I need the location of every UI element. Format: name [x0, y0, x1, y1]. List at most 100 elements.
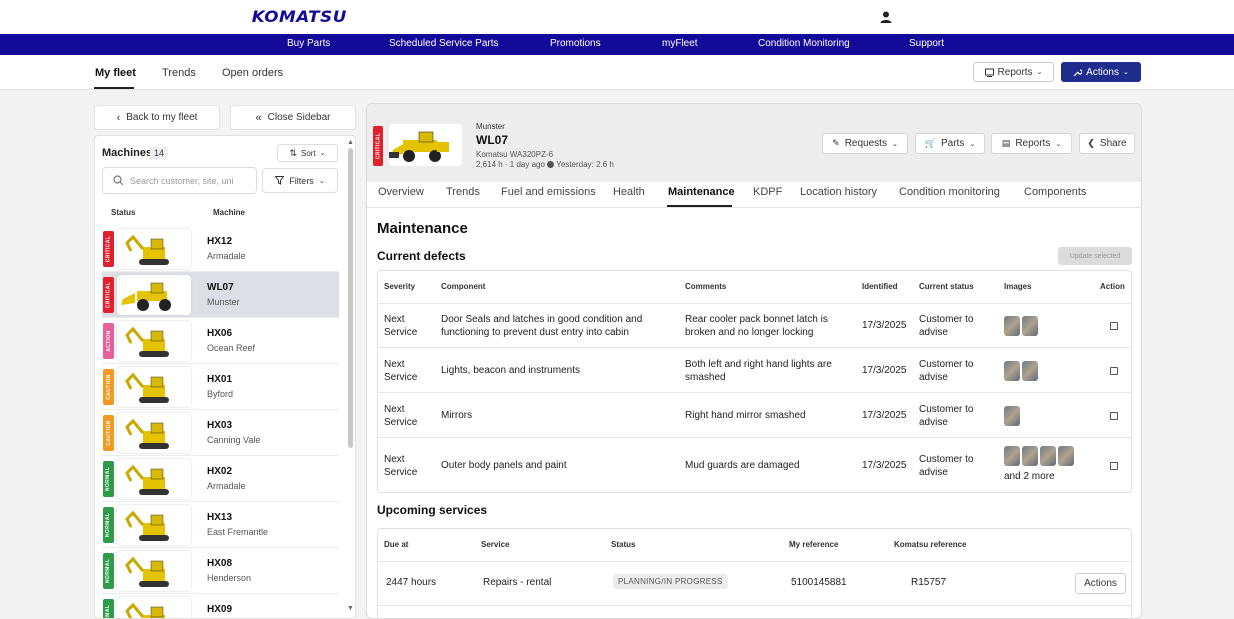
machine-site: Armadale: [207, 481, 246, 491]
tab-open-orders[interactable]: Open orders: [222, 67, 283, 79]
reports-label: Reports: [997, 66, 1033, 78]
defect-identified: 17/3/2025: [862, 460, 907, 471]
share-label: Share: [1099, 138, 1127, 149]
defect-select-checkbox[interactable]: [1110, 322, 1118, 330]
chevron-down-icon: ⌄: [1036, 69, 1043, 76]
machine-name: HX01: [207, 374, 233, 385]
sort-icon: ⇅: [289, 147, 297, 158]
machine-list-item[interactable]: ACTION HX06 Ocean Reef: [102, 318, 339, 364]
services-table: Due at Service Status My reference Komat…: [377, 528, 1132, 618]
defect-row: Next Service Outer body panels and paint M…: [378, 437, 1131, 493]
requests-button[interactable]: ✎ Requests ⌄: [822, 133, 908, 154]
machine-reports-button[interactable]: ▤ Reports ⌄: [991, 133, 1072, 154]
tab-health[interactable]: Health: [613, 186, 645, 198]
nav-myfleet[interactable]: myFleet: [662, 38, 698, 49]
chevron-left-icon: ‹: [116, 111, 121, 124]
sort-label: Sort: [301, 148, 316, 158]
service-row: [378, 605, 1131, 618]
double-chevron-left-icon: «: [255, 111, 262, 124]
more-images-link[interactable]: and 2 more: [1004, 470, 1055, 483]
defect-select-checkbox[interactable]: [1110, 411, 1118, 420]
defect-photo-thumbnail[interactable]: [1022, 360, 1038, 381]
defect-photo-thumbnail[interactable]: [1040, 446, 1056, 466]
th-due-at: Due at: [384, 540, 409, 549]
machine-site: Munster: [476, 122, 505, 131]
status-badge: CAUTION: [103, 415, 114, 451]
service-actions-button[interactable]: Actions: [1075, 573, 1126, 594]
machine-list-item[interactable]: CRITICAL HX12 Armadale: [102, 226, 339, 272]
defect-photo-thumbnail[interactable]: [1022, 446, 1038, 466]
tab-fuel-emissions[interactable]: Fuel and emissions: [501, 186, 596, 198]
machine-list-item[interactable]: NORMAL HX09: [102, 594, 339, 618]
status-badge: NORMAL: [103, 553, 114, 589]
nav-condition-monitoring[interactable]: Condition Monitoring: [758, 38, 850, 49]
filter-icon: [275, 176, 285, 185]
scroll-down-icon[interactable]: ▼: [347, 605, 354, 612]
close-sidebar-button[interactable]: « Close Sidebar: [230, 105, 356, 130]
defect-photo-thumbnail[interactable]: [1058, 446, 1074, 466]
tab-trends[interactable]: Trends: [162, 67, 196, 79]
tab-my-fleet[interactable]: My fleet: [95, 67, 136, 79]
nav-support[interactable]: Support: [909, 38, 944, 49]
machine-search-input[interactable]: Search customer, site, uni: [102, 167, 257, 194]
service-name: Repairs - rental: [483, 577, 552, 588]
col-machine: Machine: [213, 208, 246, 217]
share-icon: ❮: [1087, 138, 1095, 148]
sidebar-scrollbar[interactable]: [348, 148, 353, 448]
defect-photo-thumbnail[interactable]: [1004, 446, 1020, 466]
machine-name: WL07: [207, 282, 234, 293]
machine-list-item[interactable]: CAUTION HX01 Byford: [102, 364, 339, 410]
komatsu-logo[interactable]: KOMATSU: [252, 7, 347, 26]
nav-scheduled-service-parts[interactable]: Scheduled Service Parts: [389, 38, 499, 49]
machine-list-item[interactable]: CRITICAL WL07 Munster: [102, 272, 339, 318]
defect-photo-thumbnail[interactable]: [1004, 405, 1020, 426]
sort-button[interactable]: ⇅ Sort ⌄: [277, 144, 338, 162]
filters-button[interactable]: Filters ⌄: [262, 168, 338, 193]
update-selected-button[interactable]: Update selected: [1058, 247, 1132, 265]
chevron-down-icon: ⌄: [319, 150, 326, 157]
defect-severity: Next Service: [384, 403, 418, 428]
machines-sidebar: Machines 14 ⇅ Sort ⌄ Search customer, si…: [94, 135, 356, 619]
defect-photo-thumbnail[interactable]: [1004, 316, 1020, 336]
defects-title: Current defects: [377, 249, 466, 263]
actions-label: Actions: [1086, 66, 1119, 78]
status-badge: NORMAL: [103, 507, 114, 543]
defect-select-checkbox[interactable]: [1110, 366, 1118, 375]
share-button[interactable]: ❮ Share: [1079, 133, 1135, 154]
back-to-fleet-button[interactable]: ‹ Back to my fleet: [94, 105, 220, 130]
machine-list-item[interactable]: NORMAL HX08 Henderson: [102, 548, 339, 594]
reports-button[interactable]: Reports ⌄: [973, 62, 1054, 82]
defect-photo-thumbnail[interactable]: [1004, 360, 1020, 381]
machine-thumbnail: [117, 367, 191, 407]
active-tab-indicator: [94, 87, 134, 89]
service-my-reference: 5100145881: [791, 577, 847, 588]
nav-promotions[interactable]: Promotions: [550, 38, 601, 49]
defect-photo-thumbnail[interactable]: [1022, 316, 1038, 336]
machine-model: Komatsu WA320PZ-6: [476, 150, 554, 159]
tab-kdpf[interactable]: KDPF: [753, 186, 782, 198]
actions-button[interactable]: Actions ⌄: [1061, 62, 1141, 82]
machine-list-item[interactable]: CAUTION HX03 Canning Vale: [102, 410, 339, 456]
machine-thumbnail: [117, 413, 191, 453]
defect-select-checkbox[interactable]: [1110, 462, 1118, 470]
tab-condition-monitoring[interactable]: Condition monitoring: [899, 186, 1000, 198]
tab-maintenance[interactable]: Maintenance: [668, 186, 735, 198]
machine-list-item[interactable]: NORMAL HX13 East Fremantle: [102, 502, 339, 548]
col-status: Status: [111, 208, 136, 217]
machine-list-item[interactable]: NORMAL HX02 Armadale: [102, 456, 339, 502]
machine-name: HX09: [207, 604, 233, 615]
defect-comments: Rear cooler pack bonnet latch is broken …: [685, 314, 828, 338]
tab-location-history[interactable]: Location history: [800, 186, 877, 198]
scroll-up-icon[interactable]: ▲: [347, 139, 354, 146]
parts-button[interactable]: 🛒 Parts ⌄: [915, 133, 985, 154]
tab-overview[interactable]: Overview: [378, 186, 424, 198]
wrench-icon: [1073, 68, 1083, 76]
tab-trends-machine[interactable]: Trends: [446, 186, 480, 198]
defect-severity: Next Service: [384, 454, 418, 478]
th-identified: Identified: [862, 282, 898, 291]
defect-images: [1004, 316, 1038, 336]
tab-components[interactable]: Components: [1024, 186, 1086, 198]
machine-hours: 2,614 h · 1 day ago Yesterday: 2.6 h: [476, 160, 614, 169]
user-icon[interactable]: [879, 10, 893, 24]
nav-buy-parts[interactable]: Buy Parts: [287, 38, 330, 49]
